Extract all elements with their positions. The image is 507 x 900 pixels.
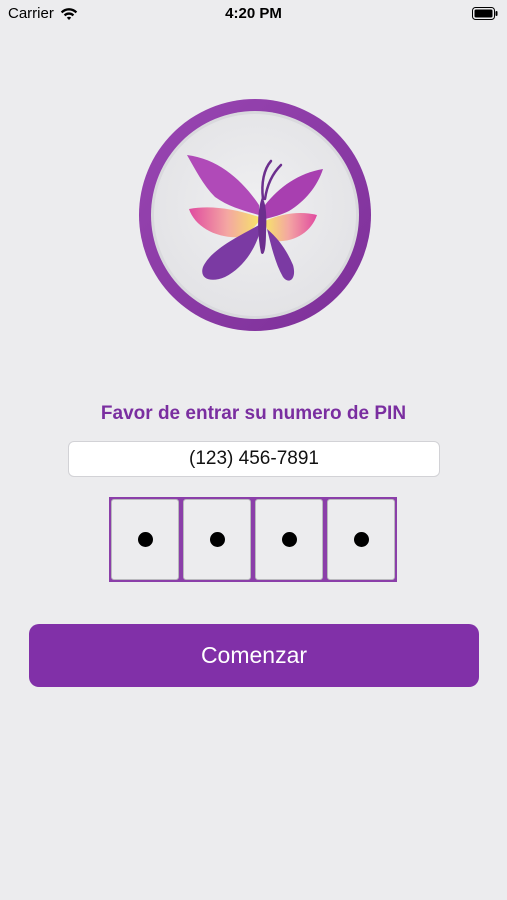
butterfly-logo	[133, 93, 377, 337]
pin-digit-box[interactable]	[183, 499, 251, 580]
pin-digit-box[interactable]	[111, 499, 179, 580]
status-time: 4:20 PM	[225, 5, 282, 22]
pin-dot	[137, 532, 153, 547]
battery-icon	[472, 7, 498, 20]
pin-digit-box[interactable]	[327, 499, 395, 580]
pin-dot	[281, 532, 297, 547]
status-bar: Carrier 4:20 PM	[0, 0, 507, 28]
pin-prompt: Favor de entrar su numero de PIN	[100, 403, 407, 424]
pin-dot	[353, 532, 369, 547]
pin-digit-box[interactable]	[255, 499, 323, 580]
start-button[interactable]: Comenzar	[29, 624, 479, 687]
pin-dot	[209, 532, 225, 547]
pin-input-group[interactable]	[109, 497, 397, 582]
phone-number-field[interactable]: (123) 456-7891	[68, 441, 440, 477]
